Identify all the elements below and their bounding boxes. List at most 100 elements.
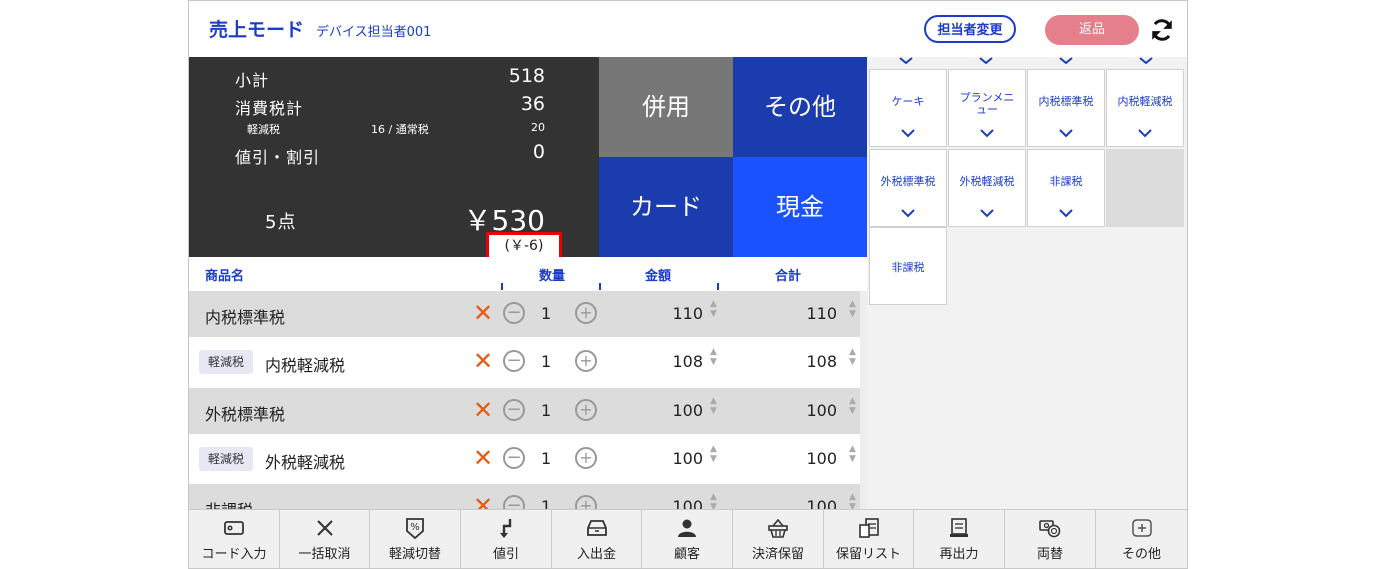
item-qty[interactable]: 1 [541, 449, 551, 468]
chevron-down-icon [1138, 129, 1152, 138]
table-row[interactable]: 外税標準税 ✕ − 1 + 100 ▲ ▼ 100 ▲ ▼ [189, 388, 860, 434]
exchange-button[interactable]: 両替 [1005, 510, 1096, 568]
minus-icon[interactable]: − [503, 350, 525, 372]
total-spinner-icon[interactable]: ▲ ▼ [849, 444, 856, 464]
minus-icon[interactable]: − [503, 447, 525, 469]
plus-icon[interactable]: + [575, 447, 597, 469]
category-label: ケーキ [891, 95, 925, 108]
header-name: 商品名 [205, 269, 245, 284]
payment-hold-button[interactable]: 決済保留 [733, 510, 824, 568]
chevron-down-icon[interactable] [898, 57, 914, 65]
code-input-button[interactable]: コード入力 [189, 510, 280, 568]
item-name: 外税軽減税 [265, 453, 346, 472]
item-qty[interactable]: 1 [541, 497, 551, 509]
bottom-toolbar: コード入力 一括取消 % 軽減切替 値引 入出金 顧客 決済保留 保留リスト 再… [189, 509, 1187, 568]
delete-icon[interactable]: ✕ [473, 446, 493, 470]
delete-icon[interactable]: ✕ [473, 398, 493, 422]
hold-list-button[interactable]: 保留リスト [824, 510, 914, 568]
table-row[interactable]: 内税標準税 ✕ − 1 + 110 ▲ ▼ 110 ▲ ▼ [189, 291, 860, 337]
item-amount[interactable]: 100 [629, 449, 703, 468]
total-spinner-icon[interactable]: ▲ ▼ [849, 492, 856, 509]
category-label: 外税軽減税 [959, 175, 1015, 188]
table-row[interactable]: 軽減税 外税軽減税 ✕ − 1 + 100 ▲ ▼ 100 ▲ ▼ [189, 436, 860, 482]
reprint-button[interactable]: 再出力 [914, 510, 1005, 568]
summary-panel: 小計 518 消費税計 36 軽減税 16 / 通常税 20 値引・割引 0 5… [189, 57, 599, 260]
other-payment-button[interactable]: その他 [733, 57, 867, 157]
category-tax-exempt-item[interactable]: 非課税 [869, 227, 947, 305]
category-label: 内税標準税 [1038, 95, 1094, 108]
amount-spinner-icon[interactable]: ▲ ▼ [710, 492, 717, 509]
minus-icon[interactable]: − [503, 495, 525, 509]
refresh-icon[interactable] [1149, 17, 1175, 43]
cash-drawer-icon [586, 520, 607, 536]
exchange-icon [1039, 520, 1061, 538]
amount-spinner-icon[interactable]: ▲ ▼ [710, 444, 717, 464]
exchange-label: 両替 [1036, 547, 1063, 562]
return-button[interactable]: 返品 [1045, 15, 1139, 45]
minus-icon[interactable]: − [503, 302, 525, 324]
combined-payment-button[interactable]: 併用 [599, 57, 733, 157]
category-cake[interactable]: ケーキ [869, 69, 947, 147]
subtotal-value: 518 [508, 65, 545, 87]
delete-icon[interactable]: ✕ [473, 494, 493, 509]
minus-icon[interactable]: − [503, 399, 525, 421]
delete-icon[interactable]: ✕ [473, 301, 493, 325]
item-qty[interactable]: 1 [541, 352, 551, 371]
item-total[interactable]: 110 [767, 304, 837, 323]
item-amount[interactable]: 108 [629, 352, 703, 371]
category-plan-menu[interactable]: プランメニュー [948, 69, 1026, 147]
total-spinner-icon[interactable]: ▲ ▼ [849, 396, 856, 416]
clear-all-button[interactable]: 一括取消 [280, 510, 370, 568]
category-inclusive-reduced[interactable]: 内税軽減税 [1106, 69, 1184, 147]
header-qty: 数量 [539, 269, 566, 284]
delete-icon[interactable]: ✕ [473, 349, 493, 373]
item-total[interactable]: 100 [767, 401, 837, 420]
item-qty[interactable]: 1 [541, 304, 551, 323]
item-total[interactable]: 108 [767, 352, 837, 371]
chevron-down-icon[interactable] [1138, 57, 1154, 65]
cash-in-out-button[interactable]: 入出金 [552, 510, 642, 568]
chevron-down-icon[interactable] [1058, 57, 1074, 65]
receipt-icon [950, 518, 968, 537]
cash-payment-button[interactable]: 現金 [733, 157, 867, 257]
column-divider [599, 283, 601, 290]
subtotal-label: 小計 [235, 71, 270, 90]
amount-spinner-icon[interactable]: ▲ ▼ [710, 396, 717, 416]
discount-button[interactable]: 値引 [461, 510, 552, 568]
staff-change-button[interactable]: 担当者変更 [924, 15, 1016, 43]
item-qty[interactable]: 1 [541, 401, 551, 420]
amount-spinner-icon[interactable]: ▲ ▼ [710, 299, 717, 319]
item-amount[interactable]: 100 [629, 401, 703, 420]
reduced-switch-button[interactable]: % 軽減切替 [370, 510, 461, 568]
table-row[interactable]: 軽減税 内税軽減税 ✕ − 1 + 108 ▲ ▼ 108 ▲ ▼ [189, 339, 860, 385]
item-list[interactable]: 内税標準税 ✕ − 1 + 110 ▲ ▼ 110 ▲ ▼ 軽減税 内税軽減税 ✕ … [189, 291, 867, 509]
item-amount[interactable]: 100 [629, 497, 703, 509]
staff-name: デバイス担当者001 [316, 25, 432, 40]
plus-icon[interactable]: + [575, 302, 597, 324]
customer-button[interactable]: 顧客 [642, 510, 733, 568]
item-total[interactable]: 100 [767, 497, 837, 509]
total-spinner-icon[interactable]: ▲ ▼ [849, 299, 856, 319]
plus-icon[interactable]: + [575, 350, 597, 372]
category-tax-exempt[interactable]: 非課税 [1027, 149, 1105, 227]
more-button[interactable]: その他 [1096, 510, 1187, 568]
table-header: 商品名 数量 金額 合計 [189, 257, 867, 291]
item-total[interactable]: 100 [767, 449, 837, 468]
percent-tag-icon: % [406, 518, 424, 540]
chevron-down-icon [901, 209, 915, 218]
table-row[interactable]: 非課税 ✕ − 1 + 100 ▲▼ 100 ▲▼ [189, 484, 860, 509]
category-exclusive-reduced[interactable]: 外税軽減税 [948, 149, 1026, 227]
plus-icon[interactable]: + [575, 495, 597, 509]
category-inclusive-standard[interactable]: 内税標準税 [1027, 69, 1105, 147]
plus-icon[interactable]: + [575, 399, 597, 421]
category-exclusive-standard[interactable]: 外税標準税 [869, 149, 947, 227]
item-amount[interactable]: 110 [629, 304, 703, 323]
card-payment-button[interactable]: カード [599, 157, 733, 257]
tax-label: 消費税計 [235, 99, 304, 118]
scrollbar[interactable] [860, 291, 867, 509]
total-spinner-icon[interactable]: ▲ ▼ [849, 347, 856, 367]
amount-spinner-icon[interactable]: ▲ ▼ [710, 347, 717, 367]
chevron-down-icon[interactable] [978, 57, 994, 65]
reduced-switch-label: 軽減切替 [388, 547, 441, 562]
hold-list-label: 保留リスト [835, 547, 901, 562]
